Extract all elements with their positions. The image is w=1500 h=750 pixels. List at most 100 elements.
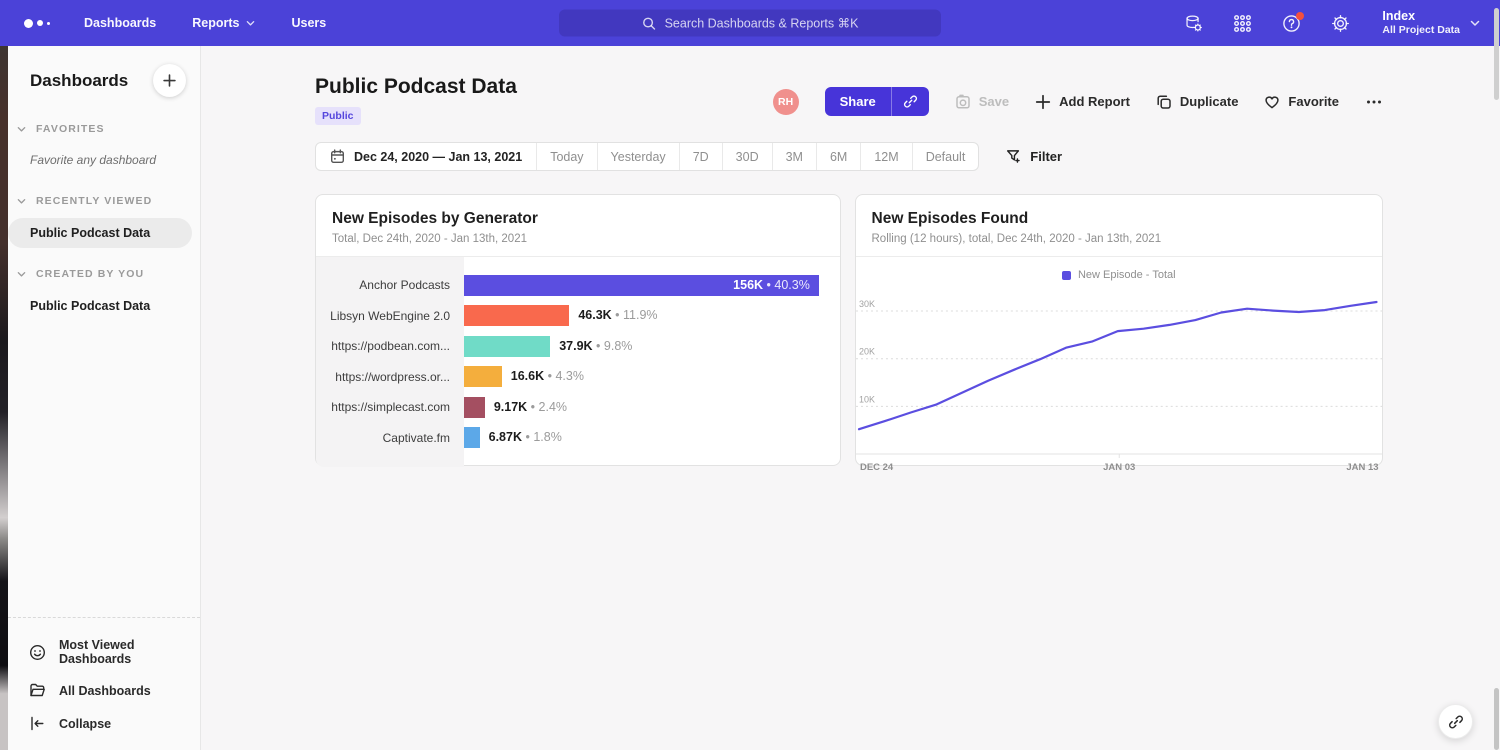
bar-segment[interactable]: [464, 427, 480, 448]
line-chart[interactable]: 10K20K30KDEC 24JAN 03JAN 13: [856, 286, 1383, 476]
bar-track: 37.9K • 9.8%: [464, 336, 840, 357]
floating-copy-link-button[interactable]: [1438, 704, 1473, 739]
save-icon: [955, 94, 971, 110]
duplicate-button[interactable]: Duplicate: [1156, 94, 1239, 110]
topnav-items: Dashboards Reports Users: [84, 16, 326, 30]
preset-7d[interactable]: 7D: [680, 143, 723, 170]
bar-value-label: 9.17K • 2.4%: [494, 397, 567, 418]
preset-3m[interactable]: 3M: [773, 143, 817, 170]
bar-chart-title: New Episodes by Generator: [332, 210, 824, 228]
sidebar-dashboard-item[interactable]: Public Podcast Data: [8, 291, 192, 321]
section-empty-text: Favorite any dashboard: [8, 143, 200, 175]
bar-row: Libsyn WebEngine 2.046.3K • 11.9%: [316, 301, 840, 332]
sidebar-footer-most-viewed-dashboards[interactable]: Most Viewed Dashboards: [8, 630, 200, 674]
chevron-down-icon: [17, 126, 26, 133]
bar-chart-card: New Episodes by Generator Total, Dec 24t…: [315, 194, 841, 466]
bar-label: Anchor Podcasts: [316, 278, 464, 292]
scrollbar-thumb[interactable]: [1494, 8, 1499, 100]
search-icon: [642, 16, 656, 30]
bar-label: https://simplecast.com: [316, 400, 464, 414]
sidebar-section: RECENTLY VIEWED Public Podcast Data: [8, 187, 200, 248]
date-presets: TodayYesterday7D30D3M6M12MDefault: [537, 143, 978, 170]
date-range-label: Dec 24, 2020 — Jan 13, 2021: [354, 150, 522, 164]
help-icon[interactable]: [1282, 14, 1301, 33]
preset-today[interactable]: Today: [537, 143, 597, 170]
add-report-button[interactable]: Add Report: [1035, 94, 1130, 110]
search-input[interactable]: Search Dashboards & Reports ⌘K: [559, 10, 941, 37]
svg-text:10K: 10K: [858, 394, 874, 404]
line-chart-title: New Episodes Found: [872, 210, 1367, 228]
bar-segment[interactable]: [464, 305, 569, 326]
mixpanel-logo-icon[interactable]: [24, 19, 50, 28]
heart-icon: [1264, 94, 1280, 110]
legend-swatch: [1062, 271, 1071, 280]
bar-value-label: 156K • 40.3%: [733, 275, 810, 296]
dashboard-actions: RH Share Save Add Report: [773, 87, 1383, 116]
preset-yesterday[interactable]: Yesterday: [598, 143, 680, 170]
nav-item-users[interactable]: Users: [291, 16, 326, 30]
bar-rows: Anchor Podcasts 156K • 40.3% Libsyn WebEng…: [316, 257, 840, 453]
main-content: Public Podcast Data Public RH Share Save: [201, 46, 1500, 750]
svg-text:30K: 30K: [858, 299, 874, 309]
date-filter-bar: Dec 24, 2020 — Jan 13, 2021 TodayYesterd…: [315, 142, 1383, 171]
preset-12m[interactable]: 12M: [861, 143, 912, 170]
date-range-picker[interactable]: Dec 24, 2020 — Jan 13, 2021: [316, 143, 537, 170]
data-management-icon[interactable]: [1184, 14, 1203, 33]
share-button-label[interactable]: Share: [825, 87, 891, 116]
bar-row: https://simplecast.com 9.17K • 2.4%: [316, 392, 840, 423]
public-badge: Public: [315, 107, 361, 125]
section-header[interactable]: FAVORITES: [8, 115, 200, 143]
bar-segment[interactable]: [464, 366, 502, 387]
sidebar-footer-collapse[interactable]: Collapse: [8, 707, 200, 740]
sidebar-dashboard-item[interactable]: Public Podcast Data: [8, 218, 192, 248]
favorite-button[interactable]: Favorite: [1264, 94, 1339, 110]
bar-segment[interactable]: [464, 397, 485, 418]
section-header[interactable]: RECENTLY VIEWED: [8, 187, 200, 215]
bar-segment[interactable]: 156K • 40.3%: [464, 275, 819, 296]
preset-default[interactable]: Default: [913, 143, 979, 170]
section-header[interactable]: CREATED BY YOU: [8, 260, 200, 288]
svg-text:DEC 24: DEC 24: [859, 462, 893, 473]
link-icon: [1448, 714, 1464, 730]
bar-label: https://podbean.com...: [316, 339, 464, 353]
nav-item-dashboards[interactable]: Dashboards: [84, 16, 156, 30]
bar-track: 46.3K • 11.9%: [464, 305, 840, 326]
bar-track: 156K • 40.3%: [464, 275, 840, 296]
nav-item-reports[interactable]: Reports: [192, 16, 255, 30]
sidebar-footer-all-dashboards[interactable]: All Dashboards: [8, 674, 200, 707]
bar-segment[interactable]: [464, 336, 550, 357]
save-button[interactable]: Save: [955, 94, 1009, 110]
duplicate-icon: [1156, 94, 1172, 110]
folder-icon: [29, 682, 46, 699]
bar-row: Captivate.fm6.87K • 1.8%: [316, 423, 840, 454]
smiley-icon: [29, 644, 46, 661]
scrollbar-thumb[interactable]: [1494, 688, 1499, 750]
gear-icon[interactable]: [1331, 14, 1350, 33]
filter-button[interactable]: Filter: [1006, 149, 1062, 164]
sidebar: Dashboards FAVORITESFavorite any dashboa…: [8, 46, 201, 750]
bar-row: https://podbean.com...37.9K • 9.8%: [316, 331, 840, 362]
project-switcher[interactable]: Index All Project Data: [1382, 9, 1480, 38]
preset-30d[interactable]: 30D: [723, 143, 773, 170]
new-dashboard-button[interactable]: [153, 64, 186, 97]
copy-link-button[interactable]: [891, 87, 929, 116]
apps-grid-icon[interactable]: [1233, 14, 1252, 33]
svg-text:20K: 20K: [858, 347, 874, 357]
legend-label: New Episode - Total: [1078, 269, 1176, 281]
top-navigation-bar: Dashboards Reports Users Search Dashboards…: [0, 0, 1500, 46]
bar-track: 9.17K • 2.4%: [464, 397, 840, 418]
more-options-button[interactable]: [1365, 93, 1383, 111]
svg-text:JAN 13: JAN 13: [1346, 462, 1378, 473]
avatar[interactable]: RH: [773, 89, 799, 115]
bar-chart-subtitle: Total, Dec 24th, 2020 - Jan 13th, 2021: [332, 233, 824, 245]
preset-6m[interactable]: 6M: [817, 143, 861, 170]
search-placeholder: Search Dashboards & Reports ⌘K: [665, 16, 859, 31]
bar-value-label: 6.87K • 1.8%: [489, 427, 562, 448]
bar-chart: Anchor Podcasts 156K • 40.3% Libsyn WebEng…: [316, 257, 840, 467]
share-button[interactable]: Share: [825, 87, 929, 116]
collapse-icon: [29, 715, 46, 732]
plus-icon: [1035, 94, 1051, 110]
notification-badge: [1296, 12, 1304, 20]
bar-label: https://wordpress.or...: [316, 370, 464, 384]
sidebar-footer: Most Viewed DashboardsAll DashboardsColl…: [8, 617, 200, 750]
